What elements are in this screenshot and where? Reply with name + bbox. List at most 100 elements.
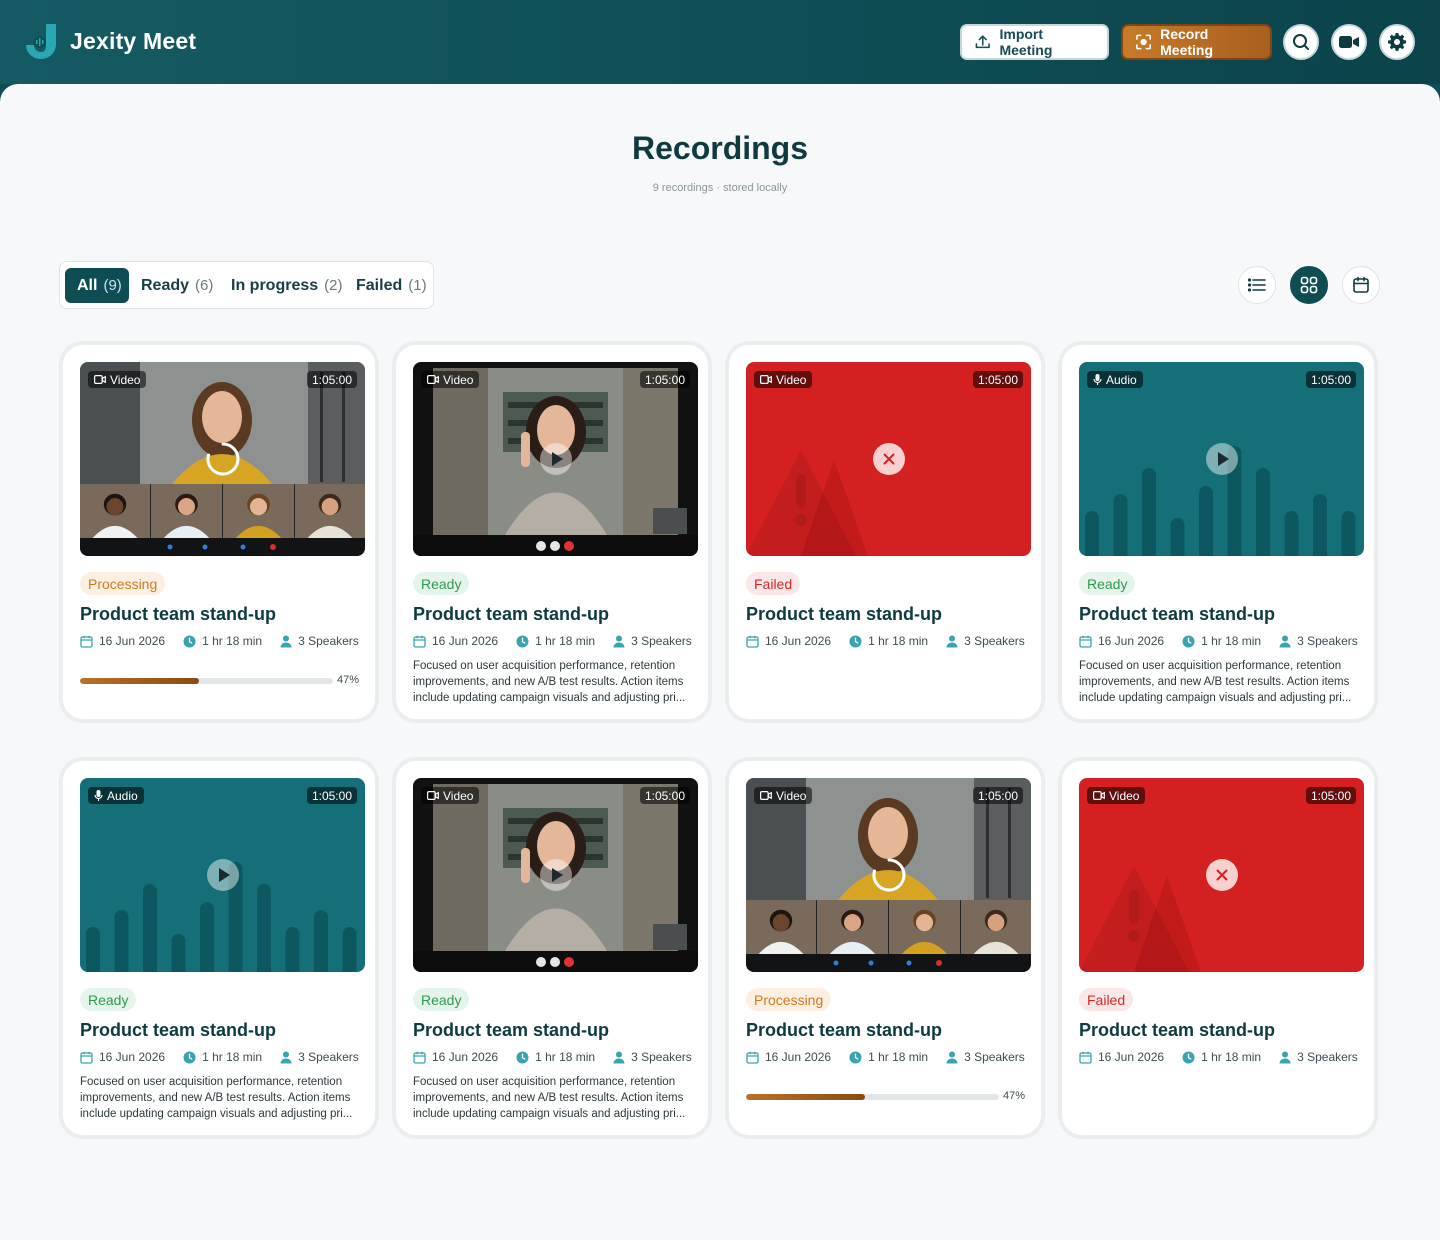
recording-length: 1 hr 18 min — [1201, 634, 1262, 648]
media-type-badge: Audio — [88, 787, 144, 804]
card-body: Video 1:05:00 Failed Product team stand-up 1… — [1062, 761, 1374, 1135]
media-type-label: Video — [443, 788, 474, 803]
tab-ready[interactable]: Ready (6) — [141, 268, 213, 303]
media-type-label: Video — [776, 788, 807, 803]
page-title: Recordings — [631, 130, 809, 166]
progress-percent: 47% — [336, 674, 359, 686]
grid-view-button[interactable] — [1290, 266, 1328, 304]
media-type-badge: Video — [754, 371, 813, 388]
recording-length: 1 hr 18 min — [868, 634, 929, 648]
recording-card[interactable]: Video 1:05:00 Processing Product team stand… — [59, 341, 379, 723]
list-view-button[interactable] — [1238, 266, 1276, 304]
recording-meta: 16 Jun 2026 1 hr 18 min 3 Speakers — [1079, 1050, 1376, 1064]
calendar-icon — [413, 1051, 426, 1064]
recording-thumbnail[interactable]: Audio 1:05:00 — [80, 778, 365, 972]
user-icon — [1279, 635, 1291, 647]
recording-thumbnail[interactable]: Audio 1:05:00 — [1079, 362, 1364, 556]
status-badge: Processing — [80, 572, 166, 595]
calendar-icon — [1353, 276, 1369, 293]
recording-speakers: 3 Speakers — [298, 634, 359, 648]
status-badge: Ready — [413, 988, 470, 1011]
recording-title[interactable]: Product team stand-up — [746, 604, 942, 625]
play-icon[interactable] — [1205, 443, 1238, 475]
microphone-icon — [1093, 374, 1102, 385]
recording-thumbnail[interactable]: Video 1:05:00 — [413, 778, 698, 972]
clock-icon — [849, 635, 862, 647]
recording-description: Focused on user acquisition performance,… — [1079, 660, 1352, 704]
tab-count: (6) — [195, 277, 214, 294]
user-icon — [280, 635, 292, 647]
brand[interactable]: Jexity Meet — [24, 22, 196, 60]
recording-thumbnail[interactable]: Video 1:05:00 — [746, 362, 1031, 556]
loading-spinner-icon — [205, 442, 239, 476]
play-icon[interactable] — [206, 859, 239, 891]
recording-description: Focused on user acquisition performance,… — [413, 1076, 686, 1120]
recording-thumbnail[interactable]: Video 1:05:00 — [746, 778, 1031, 972]
recording-meta: 16 Jun 2026 1 hr 18 min 3 Speakers — [1079, 634, 1376, 648]
play-icon[interactable] — [539, 859, 572, 891]
recording-title[interactable]: Product team stand-up — [746, 1020, 942, 1041]
media-type-label: Video — [776, 372, 807, 387]
recording-length: 1 hr 18 min — [868, 1050, 929, 1064]
recording-speakers: 3 Speakers — [631, 1050, 692, 1064]
recording-length: 1 hr 18 min — [1201, 1050, 1262, 1064]
gear-icon — [1388, 33, 1406, 51]
recording-title[interactable]: Product team stand-up — [80, 1020, 276, 1041]
recording-length: 1 hr 18 min — [202, 1050, 263, 1064]
calendar-view-button[interactable] — [1342, 266, 1380, 304]
tab-failed[interactable]: Failed (1) — [356, 268, 427, 303]
recording-date: 16 Jun 2026 — [99, 1050, 166, 1064]
recording-meta: 16 Jun 2026 1 hr 18 min 3 Speakers — [413, 634, 710, 648]
recording-card[interactable]: Audio 1:05:00 Ready Product team stand-up 16… — [1058, 341, 1378, 723]
tab-label: Failed — [356, 276, 403, 294]
calendar-icon — [746, 1051, 759, 1064]
recording-description: Focused on user acquisition performance,… — [80, 1076, 353, 1120]
status-badge: Failed — [746, 572, 801, 595]
media-type-label: Video — [110, 372, 141, 387]
recording-card[interactable]: Video 1:05:00 Failed Product team stand-up 1… — [725, 341, 1045, 723]
recording-meta: 16 Jun 2026 1 hr 18 min 3 Speakers — [80, 1050, 377, 1064]
recording-title[interactable]: Product team stand-up — [1079, 1020, 1275, 1041]
clock-icon — [183, 635, 196, 647]
recording-title[interactable]: Product team stand-up — [413, 1020, 609, 1041]
recording-speakers: 3 Speakers — [964, 1050, 1025, 1064]
recording-card[interactable]: Video 1:05:00 Ready Product team stand-up 16… — [392, 757, 712, 1139]
record-meeting-button[interactable]: Record Meeting — [1121, 24, 1272, 60]
upload-icon — [975, 35, 990, 49]
recording-card[interactable]: Video 1:05:00 Failed Product team stand-up 1… — [1058, 757, 1378, 1139]
recording-card[interactable]: Video 1:05:00 Ready Product team stand-up 16… — [392, 341, 712, 723]
tab-all[interactable]: All (9) — [65, 268, 129, 303]
error-icon — [1205, 859, 1238, 891]
recording-thumbnail[interactable]: Video 1:05:00 — [413, 362, 698, 556]
recording-title[interactable]: Product team stand-up — [80, 604, 276, 625]
duration-badge: 1:05:00 — [639, 371, 690, 388]
recording-length: 1 hr 18 min — [535, 634, 596, 648]
recording-thumbnail[interactable]: Video 1:05:00 — [1079, 778, 1364, 972]
recording-speakers: 3 Speakers — [631, 634, 692, 648]
processing-progress-bar — [80, 678, 333, 684]
media-type-badge: Audio — [1087, 371, 1143, 388]
search-button[interactable] — [1283, 24, 1319, 60]
import-meeting-button[interactable]: Import Meeting — [960, 24, 1109, 60]
video-camera-button[interactable] — [1331, 24, 1367, 60]
media-type-badge: Video — [421, 787, 480, 804]
user-icon — [946, 1051, 958, 1063]
recording-thumbnail[interactable]: Video 1:05:00 — [80, 362, 365, 556]
microphone-icon — [94, 790, 103, 801]
card-body: Video 1:05:00 Failed Product team stand-up 1… — [729, 345, 1041, 719]
video-icon — [94, 375, 106, 384]
settings-button[interactable] — [1379, 24, 1415, 60]
recording-title[interactable]: Product team stand-up — [1079, 604, 1275, 625]
tab-in-progress[interactable]: In progress (2) — [231, 268, 342, 303]
progress-fill — [746, 1094, 865, 1100]
loading-spinner-icon — [871, 858, 905, 892]
list-icon — [1248, 278, 1266, 292]
play-icon[interactable] — [539, 443, 572, 475]
recording-meta: 16 Jun 2026 1 hr 18 min 3 Speakers — [80, 634, 377, 648]
duration-badge: 1:05:00 — [639, 787, 690, 804]
recording-title[interactable]: Product team stand-up — [413, 604, 609, 625]
card-body: Audio 1:05:00 Ready Product team stand-up 16… — [1062, 345, 1374, 719]
recording-card[interactable]: Video 1:05:00 Processing Product team stand… — [725, 757, 1045, 1139]
recording-card[interactable]: Audio 1:05:00 Ready Product team stand-up 16… — [59, 757, 379, 1139]
grid-icon — [1300, 276, 1318, 294]
